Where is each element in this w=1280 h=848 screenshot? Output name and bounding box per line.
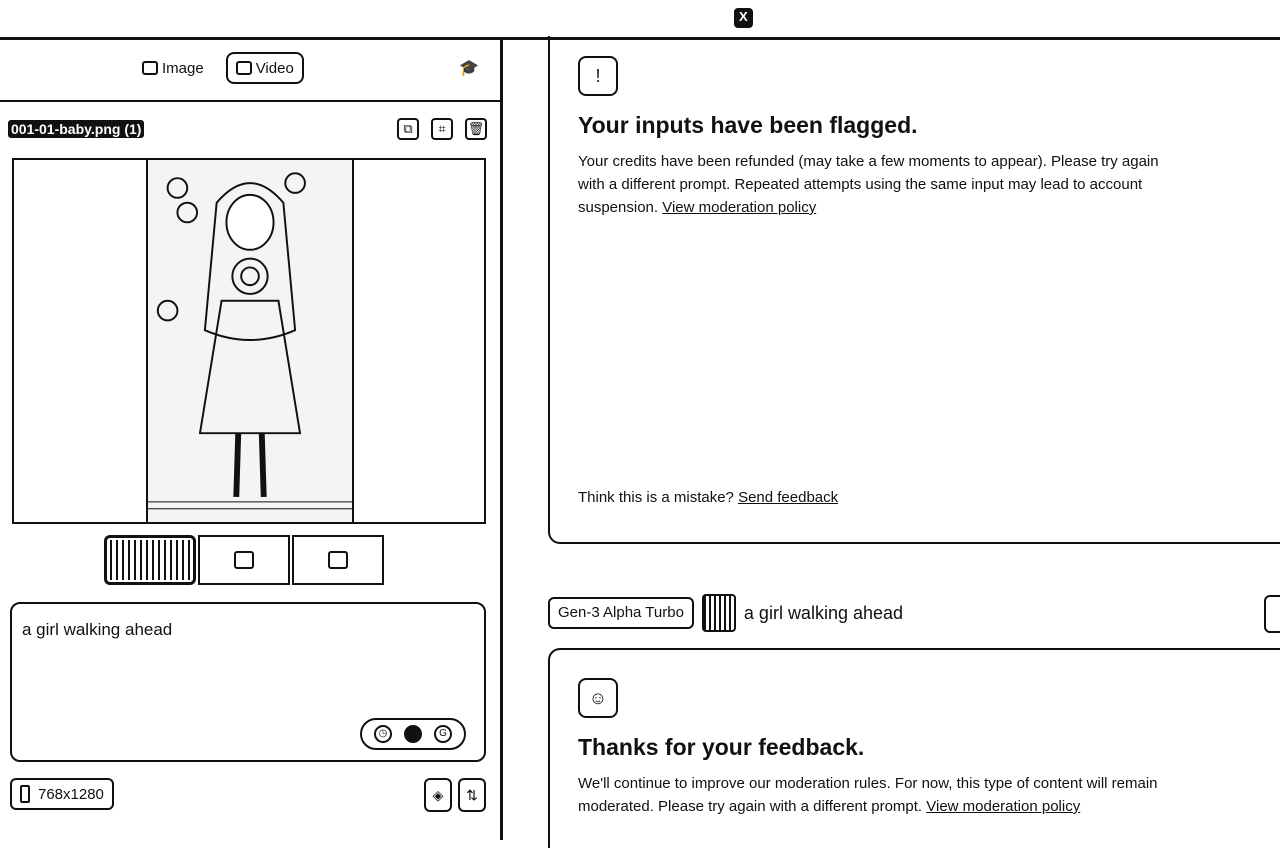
crop-icon[interactable]: ⌗ <box>431 118 453 140</box>
thumbnail-first-frame[interactable] <box>104 535 196 585</box>
send-feedback-link[interactable]: Send feedback <box>738 489 838 506</box>
thumbs-up-chat-icon: ☺ <box>578 678 618 718</box>
portrait-ratio-icon <box>20 785 30 803</box>
mistake-row: Think this is a mistake? Send feedback <box>578 489 838 506</box>
file-bar: 001-01-baby.png (1) ⧉ ⌗ 🗑 <box>8 118 493 142</box>
tab-image[interactable]: Image <box>134 52 212 84</box>
settings-bar: 768x1280 ◈ ⇅ <box>10 778 490 814</box>
flagged-title: Your inputs have been flagged. <box>578 112 918 138</box>
view-moderation-policy-link-2[interactable]: View moderation policy <box>926 798 1080 815</box>
camera-control-icon[interactable] <box>404 725 422 743</box>
close-button[interactable]: X <box>734 8 753 28</box>
generation-thumbnail[interactable] <box>701 594 736 632</box>
divider <box>0 100 500 102</box>
resolution-label: 768x1280 <box>38 785 104 803</box>
feedback-card: ☺ Thanks for your feedback. We'll contin… <box>548 648 1280 848</box>
image-icon <box>142 61 158 75</box>
file-actions: ⧉ ⌗ 🗑 <box>397 118 487 140</box>
generation-row: Gen-3 Alpha Turbo a girl walking ahead <box>548 594 904 632</box>
flagged-body: Your credits have been refunded (may tak… <box>578 150 1178 219</box>
image-preview[interactable] <box>12 158 486 524</box>
prompt-box: a girl walking ahead ◷ G <box>10 602 486 762</box>
prompt-tools: ◷ G <box>360 718 466 750</box>
video-icon <box>235 61 252 75</box>
file-name: 001-01-baby.png (1) <box>8 120 145 138</box>
flagged-card: ! Your inputs have been flagged. Your cr… <box>548 36 1280 544</box>
duplicate-icon[interactable]: ⧉ <box>397 118 419 140</box>
mode-tabs: Image Video <box>134 52 304 84</box>
tab-image-label: Image <box>162 59 204 77</box>
view-moderation-policy-link[interactable]: View moderation policy <box>662 199 816 216</box>
thumbnail-image <box>110 540 190 580</box>
feedback-title: Thanks for your feedback. <box>578 734 865 760</box>
top-bar: X <box>0 0 1280 40</box>
generation-prompt: a girl walking ahead <box>743 602 904 623</box>
thumbnail-add-middle[interactable] <box>198 535 290 585</box>
settings-actions: ◈ ⇅ <box>424 778 486 812</box>
generation-options-button[interactable] <box>1264 595 1280 633</box>
graduation-cap-icon[interactable]: 🎓 <box>458 60 480 78</box>
image-add-icon <box>234 551 254 569</box>
resolution-selector[interactable]: 768x1280 <box>10 778 114 810</box>
trash-icon[interactable]: 🗑 <box>465 118 487 140</box>
image-add-icon <box>328 551 348 569</box>
frame-thumbnails <box>104 535 384 585</box>
generate-icon[interactable]: G <box>434 725 452 743</box>
layers-icon[interactable]: ◈ <box>424 778 452 812</box>
results-panel: ! Your inputs have been flagged. Your cr… <box>506 36 1280 848</box>
model-badge[interactable]: Gen-3 Alpha Turbo <box>548 597 694 629</box>
prompt-input[interactable]: a girl walking ahead <box>20 618 464 722</box>
tab-video[interactable]: Video <box>225 52 304 84</box>
warning-chat-icon: ! <box>578 56 618 96</box>
tab-video-label: Video <box>255 59 294 77</box>
feedback-body: We'll continue to improve our moderation… <box>578 772 1178 818</box>
settings-sliders-icon[interactable]: ⇅ <box>458 778 486 812</box>
left-panel: Image Video 🎓 001-01-baby.png (1) ⧉ ⌗ 🗑 <box>0 40 503 840</box>
timer-icon[interactable]: ◷ <box>374 725 392 743</box>
mistake-text: Think this is a mistake? <box>578 489 734 506</box>
girl-illustration <box>148 172 352 510</box>
preview-photo <box>146 160 354 522</box>
thumbnail-add-last[interactable] <box>292 535 384 585</box>
